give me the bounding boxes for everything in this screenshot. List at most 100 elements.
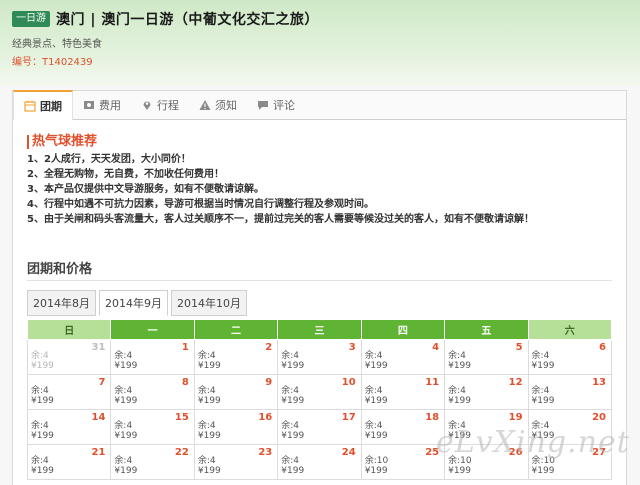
calendar-day-cell[interactable]: 24 余:4 ¥199 <box>277 444 362 480</box>
seats-remaining: 余:4 <box>197 351 216 361</box>
price: ¥199 <box>281 396 305 406</box>
calendar-day-cell[interactable]: 2 余:4 ¥199 <box>193 339 279 375</box>
seats-price: 余:4 ¥199 <box>31 421 54 441</box>
price: ¥199 <box>114 431 138 441</box>
page-title: 澳门 | 澳门一日游（中葡文化交汇之旅） <box>56 12 319 28</box>
seats-remaining: 余:4 <box>197 386 216 396</box>
price: ¥199 <box>114 361 138 371</box>
seats-price: 余:4 ¥199 <box>365 386 388 406</box>
tab-reviews[interactable]: 评论 <box>247 91 305 119</box>
calendar-day-cell[interactable]: 18 余:4 ¥199 <box>360 409 446 445</box>
day-number: 1 <box>181 342 189 353</box>
day-number: 18 <box>425 412 440 423</box>
weekday-header-row: 日 一 二 三 四 五 六 <box>26 319 613 340</box>
seats-price: 余:4 ¥199 <box>448 421 471 441</box>
seats-remaining: 余:4 <box>364 351 383 361</box>
calendar-day-cell[interactable]: 23 余:4 ¥199 <box>193 444 279 480</box>
day-number: 2 <box>265 342 273 353</box>
calendar-day-cell[interactable]: 15 余:4 ¥199 <box>110 409 195 445</box>
calendar-day-cell[interactable]: 10 余:4 ¥199 <box>277 374 362 410</box>
tab-cost[interactable]: 费用 <box>73 91 131 119</box>
seats-remaining: 余:10 <box>364 456 389 466</box>
calendar-day-cell[interactable]: 9 余:4 ¥199 <box>193 374 279 410</box>
calendar-day-cell[interactable]: 31 余:4 ¥199 <box>26 339 112 375</box>
day-number: 14 <box>91 412 106 423</box>
seats-remaining: 余:4 <box>448 421 466 431</box>
price: ¥199 <box>197 361 221 371</box>
weekday-header: 四 <box>360 319 446 340</box>
calendar-day-cell[interactable]: 13 余:4 ¥199 <box>527 374 613 410</box>
calendar-day-cell[interactable]: 17 余:4 ¥199 <box>277 409 362 445</box>
calendar-day-cell[interactable]: 21 余:4 ¥199 <box>26 444 112 480</box>
day-number: 6 <box>599 342 606 353</box>
seats-price: 余:4 ¥199 <box>198 456 221 476</box>
month-tab-aug[interactable]: 2014年8月 <box>27 290 96 316</box>
seats-price: 余:10 ¥199 <box>532 456 556 476</box>
day-number: 25 <box>425 447 440 458</box>
calendar-day-cell[interactable]: 27 余:10 ¥199 <box>527 444 613 480</box>
detail-tabs: 团期 费用 行程 须知 评论 <box>12 90 627 120</box>
day-number: 13 <box>592 377 606 388</box>
price: ¥199 <box>531 466 555 476</box>
seats-price: 余:4 ¥199 <box>198 386 221 406</box>
calendar-day-cell[interactable]: 25 余:10 ¥199 <box>360 444 446 480</box>
price: ¥199 <box>114 396 138 406</box>
seats-price: 余:10 ¥199 <box>448 456 472 476</box>
calendar-day-cell[interactable]: 5 余:4 ¥199 <box>444 339 529 375</box>
calendar-day-cell[interactable]: 26 余:10 ¥199 <box>444 444 529 480</box>
tab-label: 团期 <box>40 100 62 113</box>
tab-label: 须知 <box>215 99 237 112</box>
seats-price: 余:4 ¥199 <box>114 456 137 476</box>
seats-remaining: 余:4 <box>364 421 383 431</box>
calendar-day-cell[interactable]: 8 余:4 ¥199 <box>110 374 195 410</box>
month-tab-sep[interactable]: 2014年9月 <box>99 290 168 316</box>
seats-remaining: 余:4 <box>281 351 300 361</box>
seats-remaining: 余:4 <box>281 386 300 396</box>
price: ¥199 <box>31 396 54 406</box>
price: ¥199 <box>364 466 388 476</box>
promo-title: 热气球推荐 <box>27 135 534 149</box>
seats-remaining: 余:4 <box>197 421 216 431</box>
tour-type-badge: 一日游 <box>12 11 50 27</box>
day-number: 16 <box>258 412 273 423</box>
day-number: 27 <box>592 447 606 458</box>
seats-remaining: 余:4 <box>114 351 133 361</box>
calendar-day-cell[interactable]: 11 余:4 ¥199 <box>360 374 446 410</box>
seats-remaining: 余:4 <box>31 386 49 396</box>
seats-price: 余:4 ¥199 <box>31 386 54 406</box>
map-pin-icon <box>143 101 151 110</box>
promo-item: 1、2人成行，天天发团，大小同价！ <box>27 154 191 165</box>
weekday-header: 一 <box>110 319 195 340</box>
calendar-day-cell[interactable]: 1 余:4 ¥199 <box>110 339 195 375</box>
seats-remaining: 余:4 <box>448 351 466 361</box>
day-number: 3 <box>348 342 356 353</box>
calendar-day-cell[interactable]: 7 余:4 ¥199 <box>26 374 112 410</box>
day-number: 5 <box>515 342 523 353</box>
calendar-week-row: 31 余:4 ¥199 1 余:4 ¥199 2 余:4 ¥199 3 余:4 ¥199 4 余:4 ¥19… <box>26 339 613 375</box>
calendar-day-cell[interactable]: 4 余:4 ¥199 <box>360 339 446 375</box>
calendar-day-cell[interactable]: 6 余:4 ¥199 <box>527 339 613 375</box>
seats-price: 余:4 ¥199 <box>448 386 471 406</box>
calendar-day-cell[interactable]: 3 余:4 ¥199 <box>277 339 362 375</box>
tab-notice[interactable]: 须知 <box>189 91 247 119</box>
calendar-day-cell[interactable]: 20 余:4 ¥199 <box>527 409 613 445</box>
day-number: 4 <box>432 342 440 353</box>
calendar-day-cell[interactable]: 14 余:4 ¥199 <box>26 409 112 445</box>
tab-itinerary[interactable]: 行程 <box>131 91 189 119</box>
seats-remaining: 余:4 <box>531 421 550 431</box>
day-number: 26 <box>508 447 523 458</box>
calendar-day-cell[interactable]: 19 余:4 ¥199 <box>444 409 529 445</box>
price: ¥199 <box>364 396 388 406</box>
month-tab-oct[interactable]: 2014年10月 <box>171 290 247 316</box>
promo-item: 3、本产品仅提供中文导游服务，如有不便敬请谅解。 <box>27 184 264 195</box>
calendar-day-cell[interactable]: 16 余:4 ¥199 <box>193 409 279 445</box>
tab-schedule[interactable]: 团期 <box>13 90 73 120</box>
price: ¥199 <box>531 361 555 371</box>
seats-price: 余:4 ¥199 <box>198 351 221 371</box>
seats-price: 余:4 ¥199 <box>532 421 555 441</box>
calendar-day-cell[interactable]: 12 余:4 ¥199 <box>444 374 529 410</box>
seats-remaining: 余:4 <box>31 351 49 361</box>
calendar-icon <box>24 100 36 112</box>
calendar-day-cell[interactable]: 22 余:4 ¥199 <box>110 444 195 480</box>
price-calendar: 日 一 二 三 四 五 六 31 余:4 ¥199 1 余:4 ¥199 2 余:4 ¥199 3… <box>26 319 613 480</box>
